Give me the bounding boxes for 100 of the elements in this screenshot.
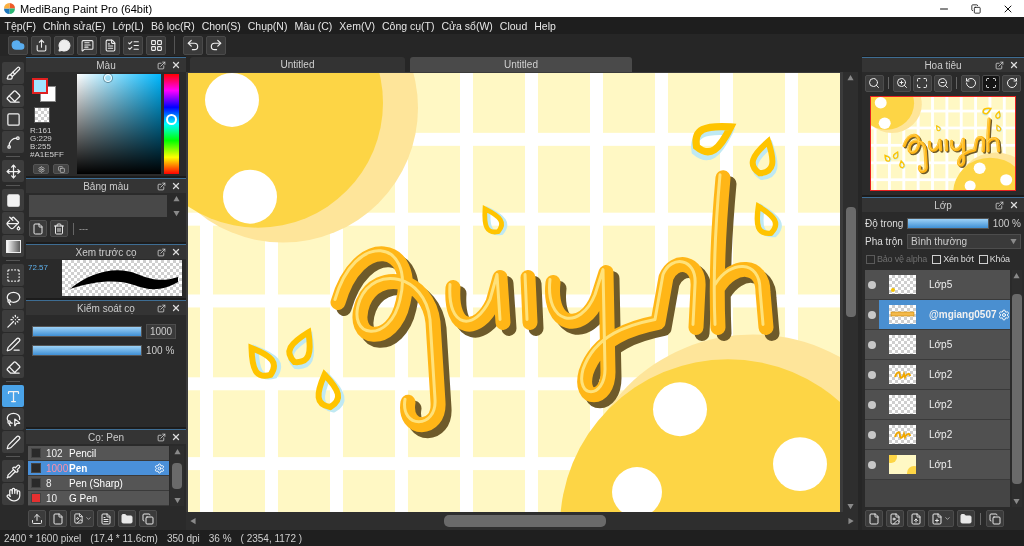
undock-icon[interactable] — [157, 181, 166, 191]
toolbar-button[interactable] — [123, 35, 143, 55]
folder-button[interactable] — [957, 510, 975, 527]
toolbar-button[interactable] — [8, 35, 28, 55]
undo-button[interactable] — [183, 35, 203, 55]
add-layer-menu-button[interactable] — [928, 510, 954, 527]
horizontal-scrollbar[interactable] — [186, 512, 858, 530]
tool-button[interactable] — [2, 62, 24, 84]
toolbar-button[interactable] — [77, 35, 97, 55]
redo-button[interactable] — [206, 35, 226, 55]
tool-button[interactable] — [2, 333, 24, 355]
close-icon[interactable] — [1009, 60, 1019, 70]
tool-button[interactable] — [2, 264, 24, 286]
duplicate-layer-button[interactable] — [986, 510, 1004, 527]
new-palette-button[interactable] — [29, 220, 47, 237]
brush-row[interactable]: 102 Pencil — [28, 446, 169, 461]
scroll-up-icon[interactable] — [1013, 272, 1021, 279]
new-brush-button[interactable] — [49, 510, 67, 527]
document-tab[interactable]: Untitled — [410, 57, 632, 72]
fit-frame-button[interactable] — [981, 74, 1001, 92]
close-icon[interactable] — [171, 247, 181, 257]
brush-menu-button[interactable] — [70, 510, 94, 527]
tool-button[interactable] — [2, 356, 24, 378]
undock-icon[interactable] — [995, 200, 1004, 210]
undock-icon[interactable] — [157, 432, 166, 442]
close-icon[interactable] — [1009, 200, 1019, 210]
scroll-right-icon[interactable] — [848, 517, 855, 525]
tool-button[interactable] — [2, 212, 24, 234]
tool-button[interactable] — [2, 483, 24, 505]
transparent-swatch-icon[interactable] — [34, 107, 50, 123]
toolbar-button[interactable] — [31, 35, 51, 55]
delete-palette-button[interactable] — [50, 220, 68, 237]
scroll-down-icon[interactable] — [1013, 498, 1021, 505]
undock-icon[interactable] — [157, 303, 166, 313]
undock-icon[interactable] — [157, 247, 166, 257]
tool-button[interactable] — [2, 408, 24, 430]
close-icon[interactable] — [171, 60, 181, 70]
scroll-down-icon[interactable] — [847, 503, 854, 510]
undock-icon[interactable] — [157, 60, 166, 70]
brush-settings-button[interactable] — [97, 510, 115, 527]
layer-row[interactable]: Lớp1 — [879, 450, 1010, 479]
gear-icon[interactable] — [997, 308, 1010, 321]
brush-slider[interactable] — [32, 326, 142, 337]
scroll-up-icon[interactable] — [173, 448, 181, 455]
tool-button[interactable] — [2, 235, 24, 257]
close-icon[interactable] — [171, 303, 181, 313]
rotate-left-button[interactable] — [961, 74, 980, 92]
size-field[interactable]: 1000 — [146, 324, 176, 339]
scrollbar-thumb[interactable] — [172, 463, 182, 489]
zoom-reset-button[interactable] — [865, 74, 884, 92]
new-layer-button[interactable] — [865, 510, 883, 527]
tool-button[interactable] — [2, 85, 24, 107]
scroll-down-icon[interactable] — [173, 497, 181, 504]
tool-button[interactable] — [2, 160, 24, 182]
brush-row[interactable]: 10 G Pen — [28, 491, 169, 506]
opacity-slider[interactable] — [907, 217, 989, 229]
visibility-button[interactable] — [865, 300, 879, 329]
scroll-left-icon[interactable] — [189, 517, 196, 525]
scrollbar-thumb[interactable] — [444, 515, 606, 527]
zoom-out-button[interactable] — [933, 74, 953, 92]
visibility-button[interactable] — [865, 450, 879, 479]
close-icon[interactable] — [171, 181, 181, 191]
duplicate-button[interactable] — [139, 510, 157, 527]
toolbar-button[interactable] — [100, 35, 120, 55]
visibility-button[interactable] — [865, 390, 879, 419]
scroll-down-icon[interactable] — [172, 210, 180, 217]
scroll-up-icon[interactable] — [847, 74, 854, 81]
tool-button[interactable] — [2, 287, 24, 309]
visibility-button[interactable] — [865, 420, 879, 449]
visibility-button[interactable] — [865, 270, 879, 299]
scrollbar-thumb[interactable] — [845, 207, 856, 317]
tool-button[interactable] — [2, 131, 24, 153]
new-layer-button[interactable] — [886, 510, 904, 527]
gear-icon[interactable] — [154, 462, 165, 474]
tool-button[interactable] — [2, 189, 24, 211]
color-field[interactable] — [77, 74, 161, 174]
vertical-scrollbar[interactable] — [843, 72, 858, 512]
vertical-scrollbar[interactable] — [1011, 270, 1022, 507]
tool-button[interactable] — [2, 108, 24, 130]
document-tab[interactable]: Untitled — [190, 57, 405, 72]
toolbar-button[interactable] — [146, 35, 166, 55]
toolbar-button[interactable] — [54, 35, 74, 55]
color-mode-button[interactable] — [33, 164, 49, 174]
import-layer-button[interactable] — [907, 510, 925, 527]
visibility-button[interactable] — [865, 360, 879, 389]
tool-button[interactable] — [2, 431, 24, 453]
color-swap-button[interactable] — [53, 164, 69, 174]
scrollbar-thumb[interactable] — [1011, 293, 1022, 484]
layer-row[interactable]: Lớp5 — [879, 330, 1010, 359]
folder-button[interactable] — [118, 510, 136, 527]
scroll-up-icon[interactable] — [172, 195, 180, 202]
rotate-right-button[interactable] — [1002, 74, 1021, 92]
color-swatches-icon[interactable] — [32, 78, 56, 102]
fit-button[interactable] — [913, 74, 932, 92]
layer-row[interactable]: Lớp2 — [879, 390, 1010, 419]
brush-slider[interactable] — [32, 345, 142, 356]
brush-row[interactable]: 8 Pen (Sharp) — [28, 476, 169, 491]
caret-icon[interactable] — [1010, 237, 1017, 245]
layer-row[interactable]: Lớp2 — [879, 420, 1010, 449]
vertical-scrollbar[interactable] — [170, 446, 184, 506]
